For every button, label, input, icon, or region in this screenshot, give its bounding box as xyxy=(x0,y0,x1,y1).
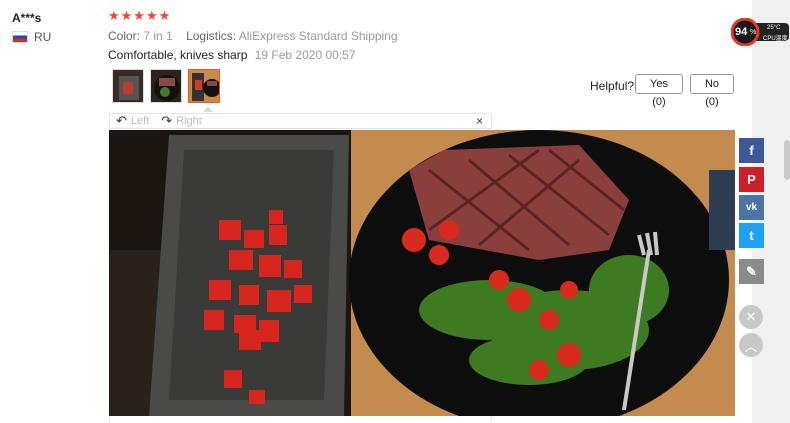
rotate-right-button[interactable]: Right xyxy=(176,115,202,127)
twitter-icon: t xyxy=(749,228,754,243)
review-comment: Comfortable, knives sharp 19 Feb 2020 00… xyxy=(108,48,356,62)
review-photo-large xyxy=(109,130,735,416)
facebook-icon: f xyxy=(749,143,754,158)
thumbnail-image xyxy=(151,70,181,102)
chevron-up-icon: ︿ xyxy=(744,338,758,354)
active-thumbnail-pointer xyxy=(203,106,213,112)
reviewer-name: A***s xyxy=(12,11,42,25)
reviewer-country: RU xyxy=(12,30,51,44)
logistics-label: Logistics: xyxy=(186,29,237,43)
review-date: 19 Feb 2020 00:57 xyxy=(254,48,356,62)
rotate-left-icon[interactable]: ↶ xyxy=(116,113,127,129)
cpu-temperature: 25°C xyxy=(767,25,781,31)
helpful-label: Helpful? xyxy=(590,79,635,93)
cpu-percent: 94 xyxy=(735,26,748,38)
cpu-percent-unit: % xyxy=(750,29,757,36)
thumbnail-image xyxy=(189,70,219,102)
rating-stars: ★★★★★ xyxy=(108,8,172,23)
viewer-frame-bottom xyxy=(109,416,492,422)
pinterest-share-button[interactable]: P xyxy=(739,167,764,192)
pinterest-icon: P xyxy=(747,172,756,187)
twitter-share-button[interactable]: t xyxy=(739,223,764,248)
color-label: Color: xyxy=(108,29,141,43)
order-meta: Color: 7 in 1 Logistics: AliExpress Stan… xyxy=(108,29,398,43)
rotate-left-button[interactable]: Left xyxy=(131,115,149,127)
review-thumbnails xyxy=(112,69,220,103)
review-thumbnail[interactable] xyxy=(112,69,144,103)
color-value: 7 in 1 xyxy=(143,29,173,43)
close-float-button[interactable]: ✕ xyxy=(739,305,763,329)
review-text: Comfortable, knives sharp xyxy=(108,48,248,62)
pencil-icon: ✎ xyxy=(746,263,757,279)
rotate-right-icon[interactable]: ↷ xyxy=(161,113,172,129)
review-photo-image xyxy=(109,130,735,416)
back-to-top-button[interactable]: ︿ xyxy=(739,333,763,357)
helpful-yes-button[interactable]: Yes (0) xyxy=(635,74,683,108)
facebook-share-button[interactable]: f xyxy=(739,138,764,163)
viewer-close-icon[interactable]: × xyxy=(476,114,483,128)
close-icon: ✕ xyxy=(745,309,757,324)
thumbnail-image xyxy=(113,70,143,102)
edit-button[interactable]: ✎ xyxy=(739,259,764,284)
review-thumbnail[interactable] xyxy=(150,69,182,103)
helpful-no-button[interactable]: No (0) xyxy=(690,74,734,108)
logistics-value: AliExpress Standard Shipping xyxy=(238,29,398,43)
cpu-temp-label: CPU温度 xyxy=(763,36,788,42)
image-viewer-toolbar: ↶ Left ↷ Right × xyxy=(109,113,492,129)
scrollbar-thumb[interactable] xyxy=(784,140,790,180)
russia-flag-icon xyxy=(12,31,28,43)
vk-share-button[interactable]: vk xyxy=(739,195,764,220)
cpu-monitor-widget: 94 % 25°C CPU温度 xyxy=(730,17,789,47)
country-code: RU xyxy=(34,30,52,44)
review-thumbnail-active[interactable] xyxy=(188,69,220,103)
vk-icon: vk xyxy=(745,202,758,213)
